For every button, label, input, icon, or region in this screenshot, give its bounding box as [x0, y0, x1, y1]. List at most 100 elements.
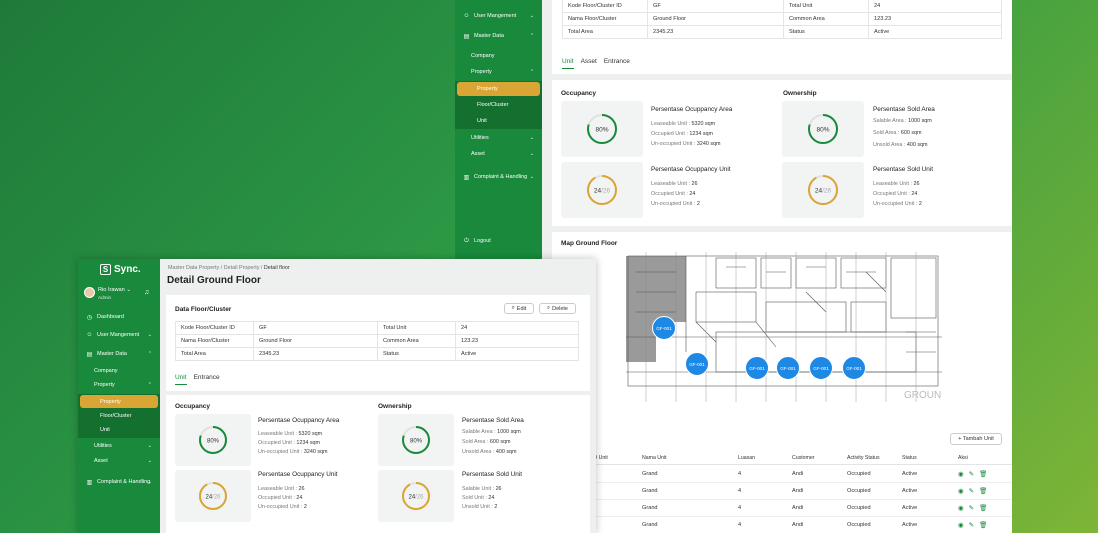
sidebar-item-company[interactable]: Company: [78, 364, 160, 378]
edit-icon[interactable]: ✎: [969, 522, 974, 529]
svg-text:80%: 80%: [207, 439, 220, 445]
map-marker-gf-001[interactable]: GF-001: [652, 316, 676, 340]
map-marker-gf-001[interactable]: GF-001: [776, 356, 800, 380]
sidebar-item-floor-cluster[interactable]: Floor/Cluster: [455, 98, 542, 112]
svg-text:24/26: 24/26: [815, 188, 832, 195]
occupancy-unit-ring: 24/26: [199, 482, 227, 510]
edit-icon[interactable]: ✎: [969, 471, 974, 478]
front-main-content: Master Data Property / Detail Property /…: [160, 259, 596, 533]
sidebar-item-property-active[interactable]: Property: [457, 82, 540, 96]
tab-unit[interactable]: Unit: [175, 374, 187, 385]
sidebar-item-property[interactable]: Property ⌃: [455, 65, 542, 79]
edit-icon[interactable]: ✎: [969, 488, 974, 495]
ownership-unit-line3: Un-occupied Unit : 2: [873, 201, 922, 207]
back-map-card: Map Ground Floor GROUN GF-001 GF-001 GF-…: [552, 232, 1012, 533]
ownership-area-title: Persentase Sold Area: [462, 417, 524, 424]
table-row: Grand 4 Andi Occupied Active ◉ ✎ 🗑: [552, 466, 1012, 483]
occupancy-unit-ring: 24/26: [587, 175, 617, 205]
chevron-down-icon: ⌄: [147, 332, 152, 338]
sidebar-item-asset[interactable]: Asset ⌄: [455, 147, 542, 161]
trash-icon[interactable]: 🗑: [979, 522, 987, 529]
add-unit-button[interactable]: + Tambah Unit: [950, 433, 1002, 445]
occupancy-area-line1: Leaseable Unit : 5320 sqm: [651, 121, 716, 127]
back-main-content: Kode Floor/Cluster ID GF Total Unit 24 Nama…: [542, 0, 1012, 533]
sidebar-item-utilities[interactable]: Utilities ⌄: [78, 439, 160, 453]
view-icon[interactable]: ◉: [958, 522, 964, 529]
occupancy-unit-line2: Occupied Unit : 24: [651, 191, 696, 197]
table-row: Grand 4 Andi Occupied Active ◉ ✎ 🗑: [552, 483, 1012, 500]
front-sidebar: S Sync. Rio Irawan ⌄ Admin ♫ ◷ Dashboard …: [78, 259, 160, 533]
tabs: Unit Entrance: [175, 374, 220, 385]
tab-entrance[interactable]: Entrance: [604, 58, 630, 69]
trash-icon[interactable]: 🗑: [979, 488, 987, 495]
sidebar-item-unit[interactable]: Unit: [455, 114, 542, 128]
trash-icon[interactable]: 🗑: [979, 505, 987, 512]
breadcrumb-current: Detail floor: [263, 265, 290, 271]
sidebar-item-user-management[interactable]: ☺ User Mangement ⌄: [455, 9, 542, 23]
map-marker-gf-001[interactable]: GF-001: [809, 356, 833, 380]
svg-text:80%: 80%: [410, 439, 423, 445]
logout-button[interactable]: ⏻ Logout: [455, 234, 542, 248]
tab-entrance[interactable]: Entrance: [194, 374, 220, 385]
breadcrumb-item[interactable]: Master Data Property: [168, 265, 219, 271]
bell-icon[interactable]: ♫: [144, 289, 149, 296]
database-icon: ▤: [463, 33, 470, 40]
info-table: Kode Floor/Cluster ID GF Total Unit 24 Nama…: [175, 321, 579, 361]
sidebar-item-utilities[interactable]: Utilities ⌄: [455, 131, 542, 145]
delete-button[interactable]: ⌕ Delete: [539, 303, 576, 314]
sidebar-item-complaint[interactable]: ▥ Complaint & Handling ⌄: [455, 170, 542, 184]
users-icon: ☺: [463, 13, 470, 19]
occupancy-area-box: 80%: [175, 414, 251, 466]
tab-asset[interactable]: Asset: [581, 58, 597, 69]
sidebar-item-asset[interactable]: Asset ⌄: [78, 454, 160, 468]
sidebar-item-master-data[interactable]: ▤ Master Data ⌃: [78, 347, 160, 361]
sidebar-item-property-active[interactable]: Property: [80, 395, 158, 408]
avatar[interactable]: [84, 287, 95, 298]
map-marker-gf-001[interactable]: GF-001: [842, 356, 866, 380]
map-marker-gf-001[interactable]: GF-001: [745, 356, 769, 380]
database-icon: ▤: [86, 351, 93, 358]
chevron-down-icon: ⌄: [529, 151, 534, 157]
sidebar-item-floor-cluster[interactable]: Floor/Cluster: [78, 409, 160, 423]
breadcrumb-item[interactable]: Detail Property: [224, 265, 260, 271]
occupancy-area-title: Persentase Ocuppancy Area: [258, 417, 340, 424]
ownership-area-line3: Unsold Area : 400 sqm: [873, 142, 928, 148]
view-icon[interactable]: ◉: [958, 505, 964, 512]
sidebar-item-property[interactable]: Property ⌃: [78, 378, 160, 392]
sidebar-item-master-data[interactable]: ▤ Master Data ⌃: [455, 29, 542, 43]
sidebar-item-company[interactable]: Company: [455, 49, 542, 63]
ownership-area-box: 80%: [378, 414, 454, 466]
occupancy-title: Occupancy: [561, 90, 597, 97]
edit-button[interactable]: ⌕ Edit: [504, 303, 534, 314]
edit-icon[interactable]: ✎: [969, 505, 974, 512]
tab-unit[interactable]: Unit: [562, 58, 574, 69]
chevron-down-icon: ⌄: [529, 135, 534, 141]
occupancy-unit-title: Persentase Ocuppancy Unit: [651, 166, 731, 173]
occupancy-area-line3: Un-occupied Unit : 3240 sqm: [651, 141, 721, 147]
svg-text:24/26: 24/26: [594, 188, 611, 195]
data-floor-card: Data Floor/Cluster ⌕ Edit ⌕ Delete Kode Fl…: [166, 295, 590, 391]
map-marker-gf-001[interactable]: GF-001: [685, 352, 709, 376]
occupancy-unit-line2: Occupied Unit : 24: [258, 495, 303, 501]
ownership-unit-box: 24/26: [378, 470, 454, 522]
trash-icon[interactable]: 🗑: [979, 471, 987, 478]
user-role: Admin: [98, 295, 112, 300]
view-icon[interactable]: ◉: [958, 488, 964, 495]
view-icon[interactable]: ◉: [958, 471, 964, 478]
occupancy-area-ring: 80%: [587, 114, 617, 144]
table-row: Grand 4 Andi Occupied Active ◉ ✎ 🗑: [552, 517, 1012, 533]
sidebar-item-user-management[interactable]: ☺ User Mangement ⌄: [78, 328, 160, 342]
svg-text:80%: 80%: [595, 127, 608, 134]
sidebar-item-dashboard[interactable]: ◷ Dashboard: [78, 310, 160, 324]
map-title: Map Ground Floor: [561, 240, 618, 247]
sidebar-item-unit[interactable]: Unit: [78, 423, 160, 437]
chevron-down-icon: ⌄: [147, 458, 152, 464]
chevron-up-icon: ⌃: [147, 351, 152, 357]
user-name[interactable]: Rio Irawan ⌄: [98, 287, 131, 293]
occupancy-unit-line3: Un-occupied Unit : 2: [651, 201, 700, 207]
svg-text:GROUN: GROUN: [904, 390, 941, 401]
occupancy-unit-box: 24/26: [175, 470, 251, 522]
occupancy-unit-box: 24/26: [561, 162, 643, 218]
ownership-unit-line1: Leaseable Unit : 26: [873, 181, 920, 187]
sidebar-item-complaint[interactable]: ▥ Complaint & Handling ⌄: [78, 475, 160, 489]
